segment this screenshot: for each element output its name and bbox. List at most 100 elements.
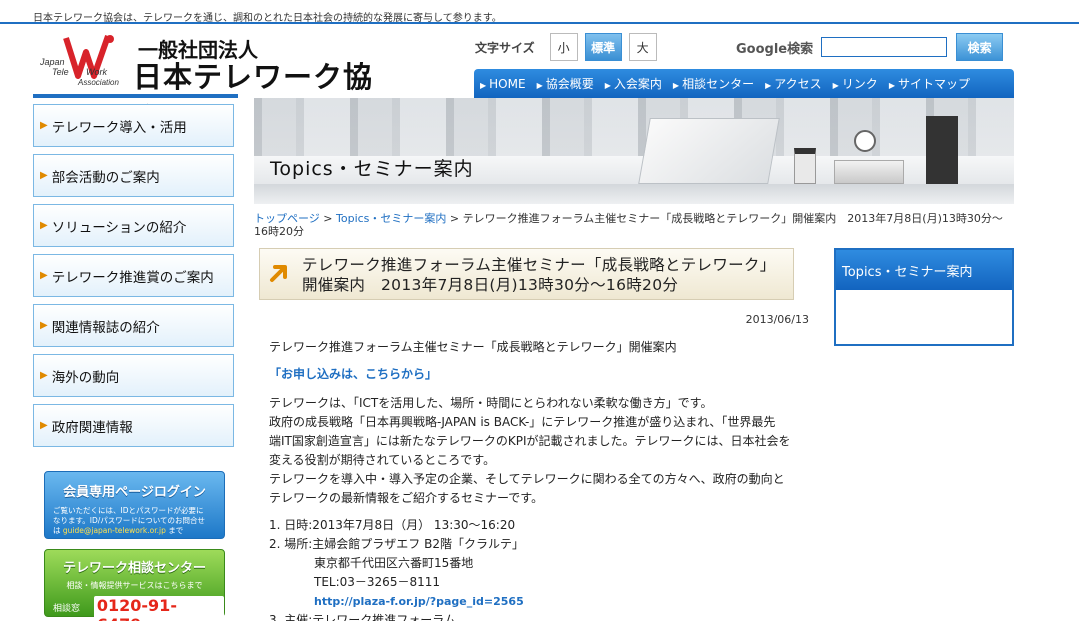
article-body: テレワーク推進フォーラム主催セミナー「成長戦略とテレワーク」開催案内 「お申し込… [269,338,814,621]
article-title-line: 開催案内 2013年7月8日(月)13時30分～16時20分 [302,276,679,294]
chevron-right-icon: ▶ [40,120,48,131]
member-login-text-line: ご覧いただくには、IDとパスワードが必要に [53,506,204,515]
left-nav-item-overseas[interactable]: ▶ 海外の動向 [33,354,234,397]
hero-title: Topics・セミナー案内 [270,158,474,180]
chevron-right-icon: ▶ [40,170,48,181]
chevron-right-icon: ▶ [40,370,48,381]
event-address: 東京都千代田区六番町15番地 [314,556,474,570]
gnav-label: 入会案内 [613,77,662,91]
event-date: 1. 日時:2013年7月8日（月） 13:30～16:20 [269,518,516,532]
font-size-large-button[interactable]: 大 [628,33,657,61]
member-login-text-line: は guide@japan-telework.or.jp まで [53,526,184,535]
telework-logo-icon: Japan Tele Work Association [39,35,119,87]
gnav-label: 協会概要 [545,77,594,91]
breadcrumb-separator: > [449,212,463,225]
font-size-standard-button[interactable]: 標準 [584,33,622,61]
consult-center-phone: 相談窓口 0120-91-6479 [53,596,224,621]
gnav-sitemap[interactable]: ▶ サイトマップ [889,75,970,92]
triangle-right-icon: ▶ [832,81,839,90]
topics-side-box: Topics・セミナー案内 [834,248,1014,346]
left-nav: ▶ テレワーク導入・活用 ▶ 部会活動のご案内 ▶ ソリューションの紹介 ▶ テレワーク… [33,104,234,454]
left-nav-item-award[interactable]: ▶ テレワーク推進賞のご案内 [33,254,234,297]
gnav-label: 相談センター [682,77,755,91]
triangle-right-icon: ▶ [672,81,680,90]
chevron-right-icon: ▶ [40,320,48,331]
search-label: Google検索 [736,41,814,57]
coffee-cup-image [794,148,816,184]
search-button[interactable]: 検索 [956,33,1004,61]
laptop-image [638,118,780,184]
left-nav-label: 海外の動向 [51,369,120,386]
member-login-banner[interactable]: 会員専用ページログイン ご覧いただくには、IDとパスワードが必要に なります。I… [44,471,225,539]
header-rule [0,22,1079,24]
member-login-text-line: なります。ID/パスワードについてのお問合せ [53,516,206,525]
left-nav-item-publications[interactable]: ▶ 関連情報誌の紹介 [33,304,234,347]
left-nav-item-committee[interactable]: ▶ 部会活動のご案内 [33,154,234,197]
article-title: テレワーク推進フォーラム主催セミナー「成長戦略とテレワーク」 開催案内 2013… [302,255,792,295]
svg-text:Tele: Tele [52,67,69,77]
paragraph-line: テレワークは、「ICTを活用した、場所・時間にとらわれない柔軟な働き方」です。 [269,396,713,410]
google-search: Google検索 検索 [736,33,1004,61]
chevron-right-icon: ▶ [40,270,48,281]
phone-label: 相談窓口 [53,604,81,621]
phone-number: 0120-91-6479 [93,596,224,621]
left-nav-item-government[interactable]: ▶ 政府関連情報 [33,404,234,447]
gnav-access[interactable]: ▶ アクセス [765,75,822,92]
event-tel: TEL:03－3265－8111 [314,575,440,589]
global-nav: ▶ HOME ▶ 協会概要 ▶ 入会案内 ▶ 相談センター ▶ アクセス ▶ リンク ▶ サイ… [474,69,1014,98]
gnav-links[interactable]: ▶ リンク [833,75,878,92]
left-nav-label: ソリューションの紹介 [51,219,187,236]
gnav-label: アクセス [774,77,822,91]
paragraph-line: テレワークを導入中・導入予定の企業、そしてテレワークに関わる全ての方々へ、政府の… [269,472,785,486]
font-size-switcher: 文字サイズ 小 標準 大 [475,33,657,61]
left-nav-item-telework-adoption[interactable]: ▶ テレワーク導入・活用 [33,104,234,147]
left-nav-label: テレワーク導入・活用 [51,119,187,136]
breadcrumb-home-link[interactable]: トップページ [254,212,320,225]
notebook-image [926,116,958,184]
font-size-label: 文字サイズ [475,40,535,55]
hero-desk-image [254,184,1014,204]
triangle-right-icon: ▶ [480,80,487,90]
triangle-right-icon: ▶ [888,81,895,90]
gnav-label: リンク [841,77,878,91]
member-login-text: ご覧いただくには、IDとパスワードが必要に なります。ID/パスワードについての… [45,500,224,536]
consult-center-title: テレワーク相談センター [62,561,206,576]
breadcrumb-topics-link[interactable]: Topics・セミナー案内 [336,212,446,225]
event-venue-url[interactable]: http://plaza-f.or.jp/?page_id=2565 [269,592,814,611]
member-login-email[interactable]: guide@japan-telework.or.jp [63,526,166,535]
apply-link[interactable]: 「お申し込みは、こちらから」 [269,365,814,384]
event-organizer: 3. 主催:テレワーク推進フォーラム [269,613,456,621]
consult-center-sub: 相談・情報提供サービスはこちらまで [66,581,203,590]
paragraph-line: 政府の成長戦略「日本再興戦略-JAPAN is BACK-」にテレワーク推進が盛… [269,415,776,429]
gnav-home[interactable]: ▶ HOME [480,77,526,91]
left-nav-label: 関連情報誌の紹介 [51,319,160,336]
font-size-small-button[interactable]: 小 [549,33,578,61]
article-date: 2013/06/13 [745,313,809,326]
member-login-title: 会員専用ページログイン [63,485,206,500]
topics-side-box-title[interactable]: Topics・セミナー案内 [836,250,1012,290]
article-paragraph: テレワークは、「ICTを活用した、場所・時間にとらわれない柔軟な働き方」です。 … [269,394,814,508]
svg-text:Association: Association [77,78,119,87]
left-nav-label: テレワーク推進賞のご案内 [51,269,214,286]
left-nav-item-solutions[interactable]: ▶ ソリューションの紹介 [33,204,234,247]
arrow-up-right-icon [270,265,287,282]
paragraph-line: 端IT国家創造宣言」には新たなテレワークのKPIが記載されました。テレワークには… [269,434,791,448]
site-logo[interactable]: Japan Tele Work Association 一般社団法人 日本テレワ… [38,32,388,136]
svg-text:Japan: Japan [39,57,65,67]
clock-image [854,130,876,152]
chevron-right-icon: ▶ [40,420,48,431]
svg-text:Work: Work [86,67,107,77]
gnav-membership[interactable]: ▶ 入会案内 [605,75,662,92]
books-image [834,160,904,184]
article-header: テレワーク推進フォーラム主催セミナー「成長戦略とテレワーク」 開催案内 2013… [259,248,794,300]
triangle-right-icon: ▶ [765,81,772,90]
paragraph-line: 変える役割が期待されているところです。 [269,453,496,467]
search-input[interactable] [821,37,948,57]
gnav-about[interactable]: ▶ 協会概要 [537,75,594,92]
paragraph-line: テレワークの最新情報をご紹介するセミナーです。 [269,491,544,505]
breadcrumb-separator: > [323,212,336,225]
gnav-consult-center[interactable]: ▶ 相談センター [673,75,754,92]
hero-banner: Topics・セミナー案内 [254,98,1014,204]
consult-center-banner[interactable]: テレワーク相談センター 相談・情報提供サービスはこちらまで 相談窓口 0120-… [44,549,225,621]
left-nav-label: 政府関連情報 [51,419,133,436]
